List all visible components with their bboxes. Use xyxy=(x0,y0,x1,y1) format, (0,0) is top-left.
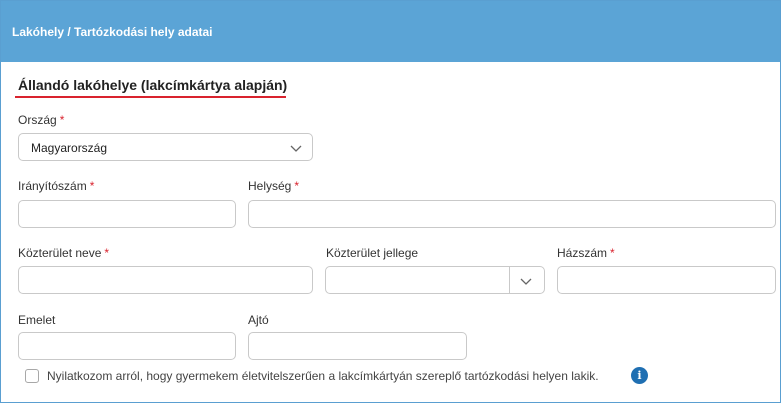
house-number-input[interactable] xyxy=(557,266,776,294)
street-type-label-text: Közterület jellege xyxy=(326,246,419,260)
required-mark: * xyxy=(610,246,615,260)
country-select[interactable]: Magyarország xyxy=(18,133,313,161)
street-name-input[interactable] xyxy=(18,266,313,294)
door-label: Ajtó xyxy=(248,313,269,327)
house-number-label: Házszám * xyxy=(557,246,615,260)
chevron-down-icon xyxy=(520,278,532,285)
floor-input[interactable] xyxy=(18,332,236,360)
required-mark: * xyxy=(294,179,300,193)
section-title-underline xyxy=(15,96,286,98)
city-label: Helység * xyxy=(248,179,299,193)
zip-input[interactable] xyxy=(18,200,236,228)
required-mark: * xyxy=(104,246,110,260)
zip-label-text: Irányítószám xyxy=(18,179,87,193)
chevron-down-icon xyxy=(290,145,302,152)
floor-label-text: Emelet xyxy=(18,313,56,327)
city-input[interactable] xyxy=(248,200,776,228)
house-number-label-text: Házszám xyxy=(557,246,608,260)
street-type-select[interactable] xyxy=(325,266,545,294)
floor-label: Emelet xyxy=(18,313,55,327)
required-mark: * xyxy=(59,113,65,127)
section-title: Állandó lakóhelye (lakcímkártya alapján) xyxy=(18,77,288,93)
country-label: Ország * xyxy=(18,113,64,127)
door-input[interactable] xyxy=(248,332,467,360)
required-mark: * xyxy=(89,179,95,193)
street-name-label-text: Közterület neve xyxy=(18,246,102,260)
select-divider xyxy=(509,266,510,294)
door-label-text: Ajtó xyxy=(248,313,269,327)
panel-header: Lakóhely / Tartózkodási hely adatai xyxy=(1,1,780,62)
declaration-label[interactable]: Nyilatkozom arról, hogy gyermekem életvi… xyxy=(47,369,599,383)
street-type-label: Közterület jellege xyxy=(326,246,418,260)
zip-label: Irányítószám * xyxy=(18,179,94,193)
panel-title: Lakóhely / Tartózkodási hely adatai xyxy=(12,24,213,39)
country-select-value: Magyarország xyxy=(31,141,108,155)
city-label-text: Helység xyxy=(248,179,292,193)
info-icon[interactable]: i xyxy=(631,367,648,384)
declaration-checkbox[interactable] xyxy=(25,369,39,383)
country-label-text: Ország xyxy=(18,113,57,127)
street-name-label: Közterület neve * xyxy=(18,246,109,260)
